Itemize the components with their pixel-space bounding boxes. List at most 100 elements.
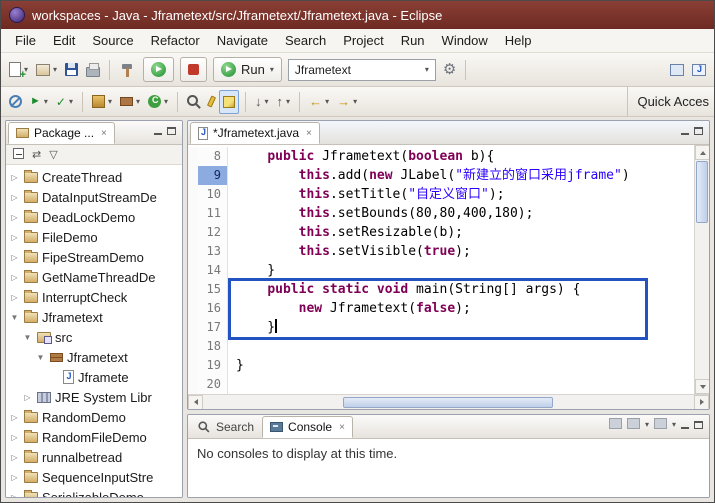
menu-item-source[interactable]: Source: [84, 30, 141, 51]
close-icon[interactable]: ×: [339, 422, 345, 433]
build-button[interactable]: [116, 58, 139, 82]
menu-item-file[interactable]: File: [7, 30, 44, 51]
chevron-down-icon[interactable]: ▾: [672, 421, 676, 429]
breakpoint-margin[interactable]: [188, 261, 198, 280]
collapse-all-button[interactable]: [13, 148, 24, 162]
tree-item-src[interactable]: ▼src: [6, 327, 182, 347]
chevron-expanded-icon[interactable]: ▼: [35, 353, 46, 362]
coverage-button[interactable]: ✓ ▾: [53, 90, 76, 114]
pin-console-button[interactable]: [609, 416, 622, 434]
scroll-right-button[interactable]: [694, 395, 709, 410]
new-package-button[interactable]: ▾: [117, 90, 143, 114]
chevron-collapsed-icon[interactable]: ▷: [9, 233, 20, 242]
open-perspective-button[interactable]: [667, 58, 687, 82]
tree-item-jframete[interactable]: Jframete: [6, 367, 182, 387]
chevron-expanded-icon[interactable]: ▼: [9, 313, 20, 322]
menu-item-help[interactable]: Help: [497, 30, 540, 51]
view-menu-button[interactable]: ▽: [49, 148, 57, 161]
menu-item-search[interactable]: Search: [277, 30, 334, 51]
chevron-collapsed-icon[interactable]: ▷: [9, 213, 20, 222]
run-last-launch-button[interactable]: [143, 57, 174, 82]
tree-item-getnamethreadde[interactable]: ▷GetNameThreadDe: [6, 267, 182, 287]
code-line-11[interactable]: 11 this.setBounds(80,80,400,180);: [188, 204, 694, 223]
quick-access[interactable]: Quick Acces: [627, 87, 709, 116]
breakpoint-margin[interactable]: [188, 204, 198, 223]
chevron-collapsed-icon[interactable]: ▷: [9, 473, 20, 482]
chevron-collapsed-icon[interactable]: ▷: [9, 493, 20, 498]
chevron-collapsed-icon[interactable]: ▷: [9, 273, 20, 282]
minimize-console-button[interactable]: [681, 416, 689, 434]
tree-item-jre-system-libr[interactable]: ▷JRE System Libr: [6, 387, 182, 407]
chevron-collapsed-icon[interactable]: ▷: [9, 253, 20, 262]
vertical-scroll-thumb[interactable]: [696, 161, 708, 223]
run-small-button[interactable]: ► ▾: [27, 90, 51, 114]
tab-jframetext-java[interactable]: *Jframetext.java ×: [190, 122, 320, 144]
chevron-collapsed-icon[interactable]: ▷: [9, 433, 20, 442]
breakpoint-margin[interactable]: [188, 299, 198, 318]
code-line-15[interactable]: 15 public static void main(String[] args…: [188, 280, 694, 299]
java-perspective-button[interactable]: [689, 58, 709, 82]
horizontal-scroll-thumb[interactable]: [343, 397, 553, 408]
menu-item-edit[interactable]: Edit: [45, 30, 83, 51]
print-button[interactable]: [83, 58, 103, 82]
tab-search[interactable]: Search: [190, 416, 261, 438]
new-wizard-button[interactable]: ▾: [33, 58, 60, 82]
chevron-down-icon[interactable]: ▾: [645, 421, 649, 429]
chevron-expanded-icon[interactable]: ▼: [22, 333, 33, 342]
tree-item-fipestreamdemo[interactable]: ▷FipeStreamDemo: [6, 247, 182, 267]
breakpoint-margin[interactable]: [188, 280, 198, 299]
code-line-8[interactable]: 8 public Jframetext(boolean b){: [188, 147, 694, 166]
maximize-editor-button[interactable]: [694, 122, 703, 140]
code-line-14[interactable]: 14 }: [188, 261, 694, 280]
tree-item-filedemo[interactable]: ▷FileDemo: [6, 227, 182, 247]
tab-package-explorer[interactable]: Package ... ×: [8, 122, 115, 144]
maximize-view-button[interactable]: [167, 122, 176, 140]
code-line-19[interactable]: 19}: [188, 356, 694, 375]
menu-item-refactor[interactable]: Refactor: [143, 30, 208, 51]
terminate-button[interactable]: [180, 57, 207, 82]
close-icon[interactable]: ×: [306, 128, 312, 139]
tree-item-randomdemo[interactable]: ▷RandomDemo: [6, 407, 182, 427]
skip-breakpoints-button[interactable]: [6, 90, 25, 114]
open-console-button[interactable]: [654, 416, 667, 434]
scroll-left-button[interactable]: [188, 395, 203, 410]
next-annotation-button[interactable]: ↓ ▾: [252, 90, 272, 114]
chevron-collapsed-icon[interactable]: ▷: [9, 293, 20, 302]
breakpoint-margin[interactable]: [188, 356, 198, 375]
maximize-console-button[interactable]: [694, 416, 703, 434]
new-java-project-button[interactable]: ▾: [89, 90, 115, 114]
horizontal-scrollbar[interactable]: [188, 394, 709, 409]
code-line-9[interactable]: 9 this.add(new JLabel("新建立的窗口采用jframe"): [188, 166, 694, 185]
tree-item-createthread[interactable]: ▷CreateThread: [6, 167, 182, 187]
save-button[interactable]: [62, 58, 81, 82]
minimize-view-button[interactable]: [154, 122, 162, 140]
vertical-scrollbar[interactable]: [694, 145, 709, 394]
chevron-collapsed-icon[interactable]: ▷: [9, 173, 20, 182]
tree-item-jframetext[interactable]: ▼Jframetext: [6, 307, 182, 327]
display-console-button[interactable]: [627, 416, 640, 434]
chevron-collapsed-icon[interactable]: ▷: [9, 193, 20, 202]
open-type-button[interactable]: [184, 90, 204, 114]
breakpoint-margin[interactable]: [188, 337, 198, 356]
menu-item-run[interactable]: Run: [393, 30, 433, 51]
code-line-16[interactable]: 16 new Jframetext(false);: [188, 299, 694, 318]
scroll-up-button[interactable]: [695, 145, 710, 160]
code-line-10[interactable]: 10 this.setTitle("自定义窗口");: [188, 185, 694, 204]
breakpoint-margin[interactable]: [188, 375, 198, 394]
new-button[interactable]: ▾: [6, 58, 31, 82]
chevron-collapsed-icon[interactable]: ▷: [9, 413, 20, 422]
tree-item-serializabledemo[interactable]: ▷SerializableDemo: [6, 487, 182, 497]
tab-console[interactable]: Console ×: [262, 416, 353, 438]
tree-item-randomfiledemo[interactable]: ▷RandomFileDemo: [6, 427, 182, 447]
menu-item-window[interactable]: Window: [434, 30, 496, 51]
run-button[interactable]: Run ▾: [213, 57, 282, 82]
menu-item-project[interactable]: Project: [335, 30, 391, 51]
tree-item-runnalbetread[interactable]: ▷runnalbetread: [6, 447, 182, 467]
code-line-13[interactable]: 13 this.setVisible(true);: [188, 242, 694, 261]
chevron-collapsed-icon[interactable]: ▷: [22, 393, 33, 402]
mark-occurrences-toggle[interactable]: [219, 90, 239, 114]
tree-item-datainputstreamde[interactable]: ▷DataInputStreamDe: [6, 187, 182, 207]
tree-item-interruptcheck[interactable]: ▷InterruptCheck: [6, 287, 182, 307]
forward-button[interactable]: → ▾: [334, 90, 360, 114]
launch-settings-button[interactable]: ⚙: [440, 58, 459, 82]
